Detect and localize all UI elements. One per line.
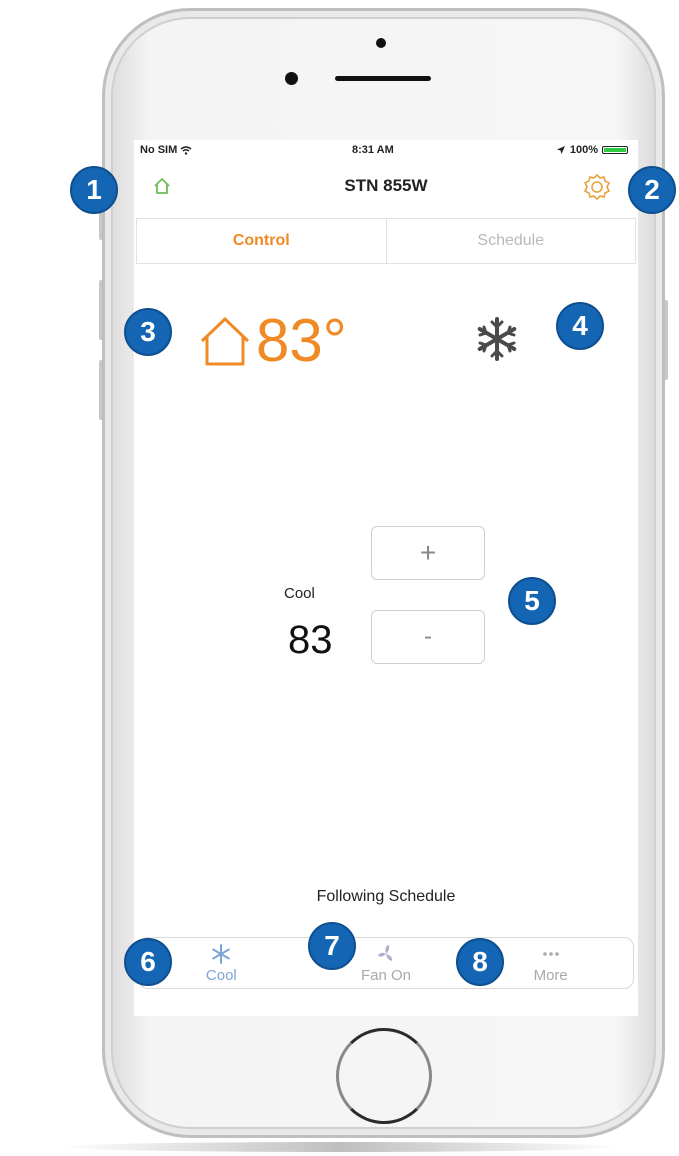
- callout-1: 1: [70, 166, 118, 214]
- callout-8: 8: [456, 938, 504, 986]
- app-screen: No SIM 8:31 AM 100% STN 855W Control Sch…: [134, 140, 638, 1016]
- wifi-icon: [180, 145, 192, 155]
- tab-schedule[interactable]: Schedule: [385, 219, 636, 263]
- setpoint-mode-label: Cool: [284, 585, 315, 602]
- front-camera-icon: [285, 72, 298, 85]
- camera-icon: [376, 38, 386, 48]
- increase-setpoint-button[interactable]: +: [371, 526, 485, 580]
- carrier-text: No SIM: [140, 144, 178, 156]
- more-tab-label: More: [533, 966, 568, 984]
- snowflake-icon: [477, 317, 517, 361]
- decrease-setpoint-button[interactable]: -: [371, 610, 485, 664]
- tab-control[interactable]: Control: [137, 219, 386, 263]
- callout-7: 7: [308, 922, 356, 970]
- bottom-tab-bar: Cool Fan On More: [138, 937, 634, 989]
- schedule-status: Following Schedule: [316, 888, 456, 905]
- gear-icon[interactable]: [582, 172, 612, 202]
- location-icon: [556, 146, 565, 154]
- callout-6: 6: [124, 938, 172, 986]
- callout-2: 2: [628, 166, 676, 214]
- callout-3: 3: [124, 308, 172, 356]
- temperature-value: 83°: [256, 307, 347, 374]
- snowflake-icon: [212, 943, 231, 964]
- status-bar: No SIM 8:31 AM 100%: [134, 140, 638, 162]
- fan-icon: [378, 944, 393, 961]
- page-title: STN 855W: [344, 176, 428, 195]
- battery-percent: 100%: [569, 144, 598, 156]
- setpoint-value: 83: [288, 618, 333, 662]
- house-icon: [200, 317, 250, 366]
- status-right: 100%: [556, 144, 628, 156]
- earpiece-speaker: [335, 76, 431, 81]
- battery-icon: [602, 146, 628, 154]
- phone-shadow: [60, 1142, 620, 1152]
- more-icon: [542, 951, 559, 956]
- callout-4: 4: [556, 302, 604, 350]
- callout-5: 5: [508, 577, 556, 625]
- segmented-control: Control Schedule: [136, 218, 636, 264]
- fan-on-tab-label: Fan On: [360, 966, 412, 984]
- status-time: 8:31 AM: [352, 144, 394, 156]
- current-temperature: 83°: [198, 306, 347, 376]
- nav-bar: STN 855W: [134, 162, 638, 212]
- carrier-label: No SIM: [140, 144, 192, 156]
- home-button[interactable]: [336, 1028, 432, 1124]
- cool-tab-label: Cool: [205, 966, 237, 984]
